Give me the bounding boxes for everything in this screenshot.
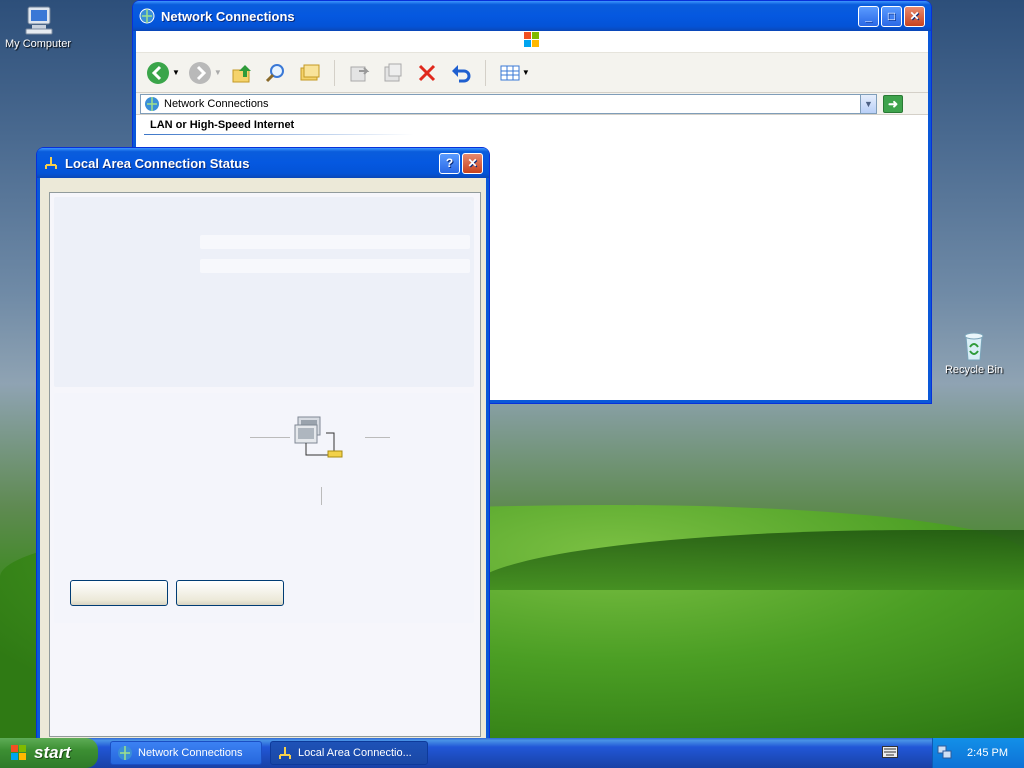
lan-connection-icon bbox=[43, 155, 59, 171]
recycle-bin-icon bbox=[958, 330, 990, 362]
activity-line bbox=[365, 437, 390, 438]
back-dropdown-icon[interactable]: ▼ bbox=[172, 68, 180, 77]
connection-info-group bbox=[54, 197, 474, 387]
copy-to-icon bbox=[384, 63, 402, 81]
help-button[interactable]: ? bbox=[439, 152, 460, 174]
group-header: LAN or High-Speed Internet bbox=[150, 119, 295, 131]
close-button[interactable]: ✕ bbox=[462, 152, 483, 174]
connection-status-dialog: Local Area Connection Status ? ✕ bbox=[37, 148, 489, 743]
title-bar[interactable]: Network Connections _ □ ✕ bbox=[133, 1, 931, 31]
taskbar-button-local-area-connection[interactable]: Local Area Connectio... bbox=[270, 741, 428, 765]
keyboard-icon[interactable] bbox=[882, 746, 898, 758]
windows-logo-icon bbox=[10, 744, 28, 762]
disable-button[interactable] bbox=[176, 580, 284, 606]
toolbar: ▼ ▼ ▼ bbox=[136, 53, 928, 93]
minimize-button[interactable]: _ bbox=[858, 5, 879, 27]
tab-panel bbox=[49, 192, 481, 737]
undo-button[interactable] bbox=[447, 59, 475, 87]
title-bar[interactable]: Local Area Connection Status ? ✕ bbox=[37, 148, 489, 178]
taskbar: start Network Connections Local Area Con… bbox=[0, 738, 1024, 768]
network-globe-icon bbox=[139, 8, 155, 24]
address-dropdown-icon[interactable]: ▼ bbox=[860, 94, 876, 113]
go-button[interactable]: ➜ bbox=[883, 94, 903, 113]
my-computer-icon bbox=[22, 4, 54, 36]
views-grid-icon bbox=[500, 65, 520, 80]
start-label: start bbox=[34, 743, 71, 762]
desktop-icon-label: My Computer bbox=[4, 38, 72, 50]
desktop-icon-label: Recycle Bin bbox=[944, 364, 1004, 376]
close-button[interactable]: ✕ bbox=[904, 5, 925, 27]
group-divider bbox=[144, 134, 414, 135]
back-arrow-icon bbox=[147, 61, 169, 84]
lan-connection-icon bbox=[277, 745, 293, 761]
network-globe-icon bbox=[117, 745, 133, 761]
info-row bbox=[200, 235, 470, 249]
task-label: Network Connections bbox=[138, 747, 243, 759]
address-field[interactable]: Network Connections ▼ bbox=[140, 93, 877, 114]
copy-to-button[interactable] bbox=[379, 59, 407, 87]
dialog-title: Local Area Connection Status bbox=[65, 155, 250, 171]
system-tray: 2:45 PM bbox=[932, 738, 1024, 768]
folders-button[interactable] bbox=[296, 59, 324, 87]
address-bar: Network Connections ▼ ➜ bbox=[136, 93, 928, 115]
views-dropdown-icon[interactable]: ▼ bbox=[522, 68, 530, 77]
activity-line bbox=[250, 437, 290, 438]
network-tray-icon[interactable] bbox=[937, 744, 953, 763]
start-button[interactable]: start bbox=[0, 738, 98, 768]
clock[interactable]: 2:45 PM bbox=[967, 747, 1008, 759]
activity-divider bbox=[321, 487, 322, 505]
network-computers-icon bbox=[294, 415, 346, 466]
properties-button[interactable] bbox=[70, 580, 168, 606]
desktop-icon-recycle-bin[interactable]: Recycle Bin bbox=[936, 330, 1012, 376]
move-to-button[interactable] bbox=[345, 59, 373, 87]
move-to-icon bbox=[350, 66, 370, 81]
search-button[interactable] bbox=[262, 59, 290, 87]
up-folder-icon bbox=[232, 64, 251, 82]
up-folder-button[interactable] bbox=[228, 59, 256, 87]
info-row bbox=[200, 259, 470, 273]
toolbar-separator bbox=[484, 59, 486, 86]
task-label: Local Area Connectio... bbox=[298, 747, 412, 759]
delete-x-icon bbox=[418, 64, 435, 81]
windows-logo-icon bbox=[523, 31, 541, 52]
undo-icon bbox=[451, 64, 471, 82]
views-button[interactable] bbox=[496, 59, 524, 87]
forward-dropdown-icon[interactable]: ▼ bbox=[214, 68, 222, 77]
forward-button[interactable] bbox=[186, 59, 214, 87]
back-button[interactable] bbox=[144, 59, 172, 87]
maximize-button[interactable]: □ bbox=[881, 5, 902, 27]
menu-bar bbox=[136, 31, 928, 53]
toolbar-separator bbox=[333, 59, 335, 86]
search-icon bbox=[265, 63, 284, 82]
folders-icon bbox=[300, 64, 320, 80]
taskbar-button-network-connections[interactable]: Network Connections bbox=[110, 741, 262, 765]
desktop-icon-my-computer[interactable]: My Computer bbox=[0, 4, 76, 50]
network-globe-icon bbox=[144, 96, 160, 112]
window-title: Network Connections bbox=[161, 8, 295, 24]
delete-button[interactable] bbox=[413, 59, 441, 87]
forward-arrow-icon bbox=[188, 61, 211, 84]
address-text: Network Connections bbox=[164, 97, 269, 110]
